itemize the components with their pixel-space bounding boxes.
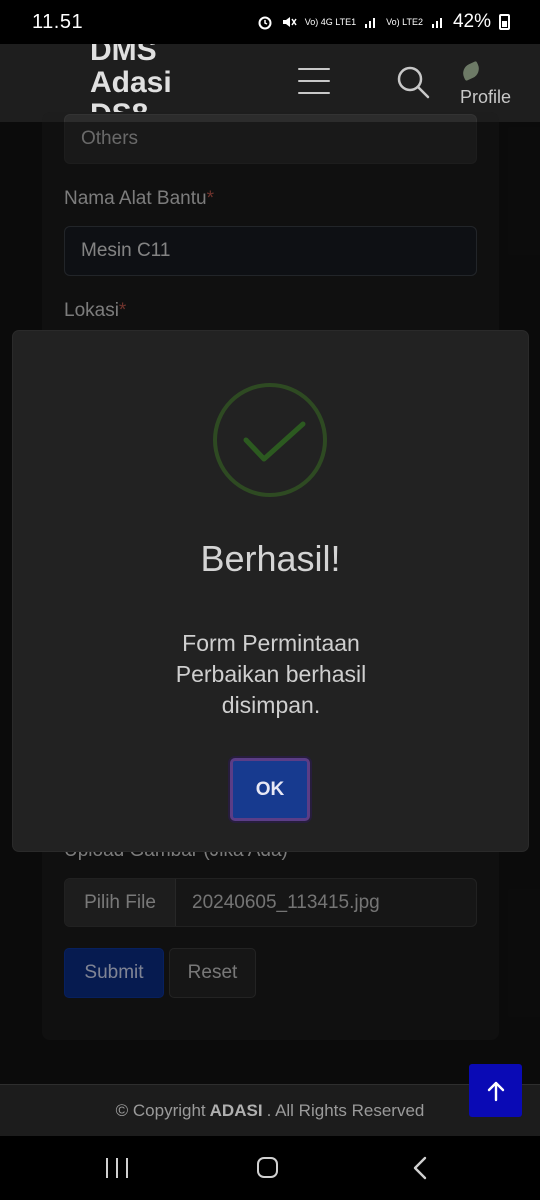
success-dialog: Berhasil! Form Permintaan Perbaikan berh… — [13, 331, 528, 851]
mute-icon — [282, 17, 297, 27]
hamburger-icon[interactable] — [298, 68, 330, 94]
arrow-up-icon — [487, 1081, 504, 1101]
home-icon[interactable] — [257, 1157, 278, 1178]
footer: © Copyright ADASI . All Rights Reserved — [0, 1084, 540, 1136]
network-2: Vo) LTE2 — [386, 16, 423, 27]
back-icon[interactable] — [410, 1156, 430, 1180]
signal-1-icon — [365, 18, 376, 28]
dialog-title: Berhasil! — [200, 538, 341, 579]
status-bar: 11.51 Vo) 4G LTE1 Vo) LTE2 42% — [0, 0, 540, 44]
profile-link[interactable]: Profile — [458, 60, 528, 110]
profile-avatar — [459, 60, 483, 82]
copyright-suffix: . All Rights Reserved — [266, 1100, 425, 1120]
system-nav-bar — [0, 1136, 540, 1200]
profile-label: Profile — [460, 87, 512, 107]
checkmark-icon — [213, 383, 327, 497]
alarm-icon — [258, 16, 272, 30]
battery-percent: 42% — [452, 11, 491, 32]
status-time: 11.51 — [32, 10, 84, 33]
brand-title[interactable]: DMS Adasi DS8 — [90, 44, 200, 122]
copyright-prefix: © Copyright — [115, 1100, 206, 1120]
network-1: Vo) 4G LTE1 — [304, 16, 357, 27]
search-icon[interactable] — [395, 64, 431, 100]
status-icons: Vo) 4G LTE1 Vo) LTE2 42% — [257, 11, 510, 33]
battery-icon — [499, 14, 510, 30]
navbar: DMS Adasi DS8 Profile — [0, 44, 540, 122]
scroll-top-button[interactable] — [469, 1064, 522, 1117]
dialog-message: Form Permintaan Perbaikan berhasil disim… — [175, 630, 367, 718]
ok-button[interactable]: OK — [230, 758, 310, 821]
recents-icon[interactable] — [106, 1158, 128, 1178]
copyright-company: ADASI — [209, 1100, 263, 1120]
signal-2-icon — [431, 18, 442, 28]
